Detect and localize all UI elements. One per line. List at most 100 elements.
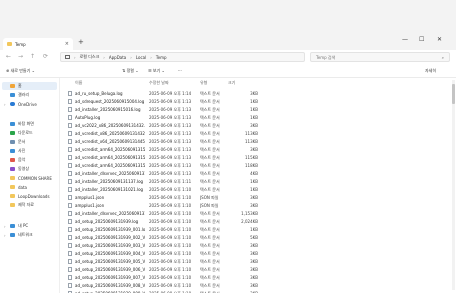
sidebar-item-label: 사진 <box>18 148 26 153</box>
file-row[interactable]: ad_vcredist_x64_20250609131445_002.log20… <box>68 137 448 145</box>
sidebar-item-desktop[interactable]: 바탕 화면 <box>4 120 34 128</box>
minimize-button[interactable]: — <box>402 36 408 43</box>
file-row[interactable]: ad_setup_20250609131939_002_VC.log2025-0… <box>68 233 448 241</box>
tab-temp[interactable]: Temp × <box>3 38 73 50</box>
file-size: 113KB <box>244 139 258 144</box>
file-row[interactable]: ad_installer_20250609131021.log 2025-06-0… <box>68 185 448 193</box>
file-name: ampplus1.json <box>75 195 105 200</box>
view-button[interactable]: ☰ 보기 ⌄ <box>148 68 165 74</box>
sort-button[interactable]: ⇅ 정렬 ⌄ <box>122 68 139 74</box>
close-window-button[interactable]: ✕ <box>437 36 442 43</box>
file-name: ad_setup_20250609131939.log <box>75 219 139 224</box>
file-row[interactable]: ad_setup_20250609131939_006_VC.log2025-0… <box>68 265 448 273</box>
desktop-icon <box>10 122 15 126</box>
text-file-icon <box>68 195 72 200</box>
sidebar-item-label: 내 PC <box>18 223 29 228</box>
file-row[interactable]: ad_setup_20250609131939_009_VC.log2025-0… <box>68 289 448 293</box>
refresh-icon[interactable]: ⟳ <box>43 53 48 60</box>
scrollbar-thumb[interactable] <box>452 84 455 104</box>
file-size: 113KB <box>244 131 258 136</box>
gallery-icon <box>10 93 15 97</box>
file-name: ad_setup_20250609131939_006_VC.log <box>75 267 145 272</box>
file-row[interactable]: ad_vcredist_arm64_20250609131501_001.log… <box>68 153 448 161</box>
file-row[interactable]: ad_installer_20250609131137.log 2025-06-0… <box>68 177 448 185</box>
file-row[interactable]: ad_ru_setup_Beluga.log 2025-06-09 오후 1:14… <box>68 89 448 97</box>
sidebar-item-gallery[interactable]: 갤러리 <box>4 91 29 99</box>
sidebar-item-this-pc[interactable]: › 내 PC <box>4 222 28 230</box>
sidebar-item-loop-downloads[interactable]: LoopDownloads <box>4 192 50 200</box>
column-header-date[interactable]: 수정한 날짜 <box>149 80 169 86</box>
sidebar-item-onedrive[interactable]: › OneDrive <box>4 100 37 108</box>
file-row[interactable]: ad_vc2022_x86_20250609131432.log 2025-06-… <box>68 121 448 129</box>
breadcrumb-local-disk[interactable]: 로컬 디스크 <box>80 54 100 60</box>
file-row[interactable]: ad_setup_20250609131939_004_VC.log2025-0… <box>68 249 448 257</box>
text-file-icon <box>68 179 72 184</box>
sidebar-item-label: COMMON SHARE <box>18 175 52 181</box>
address-bar[interactable]: › 로컬 디스크 › AppData › Local › Temp <box>60 52 305 62</box>
sidebar-item-network[interactable]: › 네트워크 <box>4 231 33 239</box>
back-icon[interactable]: ← <box>6 53 11 60</box>
text-file-icon <box>68 99 72 104</box>
file-row[interactable]: ad_setup_20250609131939_003_VC.log2025-0… <box>68 241 448 249</box>
search-input[interactable]: Temp 검색 ⌕ <box>310 52 450 62</box>
file-row[interactable]: ampplus1.json 2025-06-09 오후 1:10 JSON 파일 3K… <box>68 193 448 201</box>
file-name: ad_installer_dlsvrvec_20250609131021.log <box>75 211 145 216</box>
sidebar-item-pictures[interactable]: 사진 <box>4 147 25 155</box>
folder-icon <box>10 203 15 207</box>
maximize-button[interactable]: ☐ <box>419 36 424 43</box>
breadcrumb-temp[interactable]: Temp <box>156 55 167 60</box>
vertical-scrollbar[interactable] <box>452 80 455 290</box>
file-row[interactable]: ad_vcredist_arm64_20250609131501_002.log… <box>68 161 448 169</box>
file-row[interactable]: ad_setup_20250609131939_005_VC.log2025-0… <box>68 257 448 265</box>
pc-icon <box>10 224 15 228</box>
new-button[interactable]: ⊕ 새로 만들기 ⌄ <box>6 68 35 74</box>
sidebar-item-label: 동영상 <box>18 166 30 171</box>
sidebar-item-common-share[interactable]: COMMON SHARE <box>4 174 52 182</box>
file-row[interactable]: ad_sdrequest_2025060915004.log 2025-06-09… <box>68 97 448 105</box>
text-file-icon <box>68 227 72 232</box>
column-header-size[interactable]: 크기 <box>228 80 235 86</box>
file-name: ad_vcredist_arm64_20250609131501_001.log <box>75 155 145 160</box>
sidebar-item-label: 바탕 화면 <box>18 121 34 126</box>
file-size: 1,153KB <box>241 211 258 216</box>
sidebar-item-documents[interactable]: 문서 <box>4 138 25 146</box>
file-row[interactable]: ad_vcredist_arm64_20250609131501.log2025… <box>68 145 448 153</box>
new-tab-button[interactable]: + <box>78 38 84 46</box>
text-file-icon <box>68 163 72 168</box>
sidebar-item-label: 문서 <box>18 139 26 144</box>
file-row[interactable]: AutoPlug.log 2025-06-09 오후 1:13 텍스트 문서 1KB <box>68 113 448 121</box>
video-icon <box>10 167 15 171</box>
file-row[interactable]: ad_vcredist_x86_20250609131432_001.log20… <box>68 129 448 137</box>
column-header-name[interactable]: 이름 <box>75 80 82 86</box>
sidebar-item-data[interactable]: data <box>4 183 27 191</box>
column-header-type[interactable]: 유형 <box>200 80 207 86</box>
file-size: 3KB <box>250 243 258 248</box>
sidebar-item-home[interactable]: 홈 <box>2 82 57 90</box>
file-row[interactable]: ad_setup_20250609131939_007_VC.log2025-0… <box>68 273 448 281</box>
file-row[interactable]: ad_setup_20250609131939_008_VC.log2025-0… <box>68 281 448 289</box>
breadcrumb-appdata[interactable]: AppData <box>109 55 126 60</box>
tab-close-button[interactable]: × <box>65 41 69 47</box>
file-name: ad_vcredist_x64_20250609131445_002.log <box>75 139 145 144</box>
up-icon[interactable]: ↑ <box>30 53 35 60</box>
file-size: 3KB <box>250 275 258 280</box>
sidebar-item-downloads[interactable]: 다운로드 <box>4 129 33 137</box>
file-row[interactable]: ad_setup_20250609131939.log 2025-06-09 오후… <box>68 217 448 225</box>
sidebar-item-music[interactable]: 음악 <box>4 156 25 164</box>
text-file-icon <box>68 259 72 264</box>
breadcrumb-local[interactable]: Local <box>136 55 146 60</box>
details-button[interactable]: 자세히 <box>425 68 436 74</box>
file-row[interactable]: ad_installer_dlsvrvec_20250609131516.log… <box>68 169 448 177</box>
forward-icon[interactable]: → <box>18 53 23 60</box>
sidebar-item-videos[interactable]: 동영상 <box>4 165 29 173</box>
sidebar-item-production-materials[interactable]: 제작 자료 <box>4 201 34 209</box>
file-list: 이름 수정한 날짜 유형 크기 ad_ru_setup_Beluga.log 20… <box>62 78 452 293</box>
more-button[interactable]: ··· <box>178 68 182 73</box>
file-row[interactable]: ad_installer_dlsvrvec_20250609131021.log… <box>68 209 448 217</box>
text-file-icon <box>68 147 72 152</box>
file-row[interactable]: ad_installer_2025060915016.log 2025-06-09… <box>68 105 448 113</box>
text-file-icon <box>68 283 72 288</box>
file-row[interactable]: ampplus1.json 2025-06-09 오후 1:10 JSON 파일 3K… <box>68 201 448 209</box>
file-row[interactable]: ad_setup_20250609131939_001.log 2025-06-0… <box>68 225 448 233</box>
file-name: ad_setup_20250609131939_008_VC.log <box>75 283 145 288</box>
